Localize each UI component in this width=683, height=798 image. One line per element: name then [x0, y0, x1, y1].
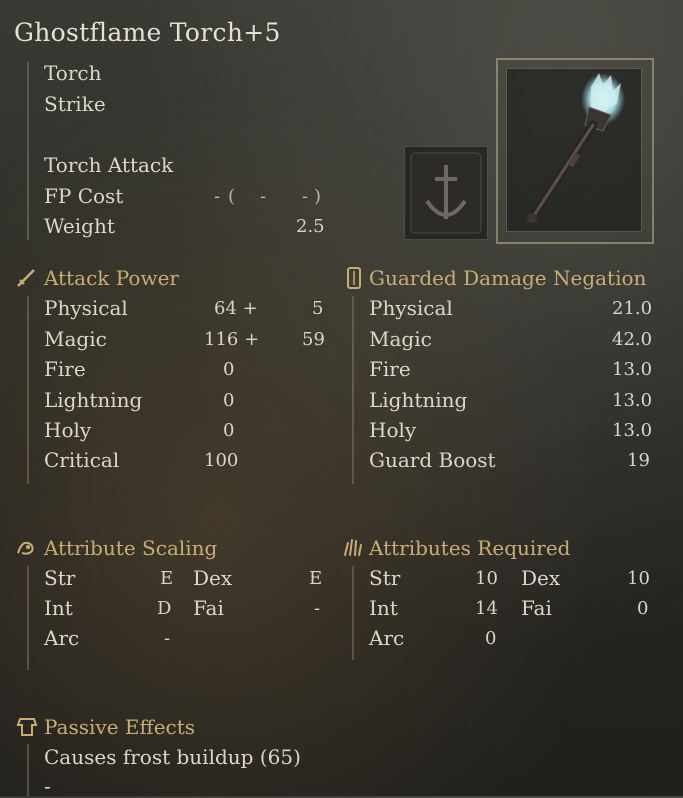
gn-label-guard-boost: Guard Boost	[369, 448, 496, 472]
fp-cost-part: (	[228, 186, 236, 207]
ap-bonus-magic: 59	[302, 329, 325, 350]
gn-value-guard-boost: 19	[627, 450, 650, 471]
ap-base-lightning: 0	[223, 390, 235, 411]
req-str-label: Str	[369, 566, 401, 590]
hand-icon	[342, 537, 362, 556]
scaling-arc-value: -	[164, 628, 171, 649]
req-str-value: 10	[475, 568, 498, 589]
scaling-int-value: D	[157, 598, 172, 619]
shield-icon	[346, 267, 364, 289]
fp-cost-label: FP Cost	[44, 184, 124, 208]
passive-effect-2: -	[44, 774, 51, 798]
ghostflame-torch-icon	[527, 73, 625, 223]
arm-icon	[16, 537, 34, 555]
scaling-dex-label: Dex	[193, 566, 233, 590]
gn-value-physical: 21.0	[612, 298, 653, 319]
fp-cost-part: )	[314, 186, 322, 207]
req-arc-label: Arc	[369, 626, 405, 650]
fp-cost-part: -	[302, 186, 309, 207]
ap-base-magic: 116 +	[204, 329, 260, 350]
req-int-label: Int	[369, 596, 398, 620]
ap-base-fire: 0	[223, 359, 235, 380]
ap-bonus-physical: 5	[312, 298, 324, 319]
divider-line	[27, 566, 29, 670]
sword-icon	[16, 268, 35, 287]
ap-label-physical: Physical	[44, 296, 128, 320]
req-dex-value: 10	[627, 568, 650, 589]
weapon-type: Torch	[44, 61, 102, 85]
divider-line	[27, 744, 29, 796]
scaling-str-value: E	[160, 568, 174, 589]
attribute-scaling-title: Attribute Scaling	[44, 536, 218, 560]
gn-value-fire: 13.0	[612, 359, 653, 380]
scaling-str-label: Str	[44, 566, 76, 590]
ap-label-magic: Magic	[44, 327, 107, 351]
req-dex-label: Dex	[521, 566, 561, 590]
req-fai-label: Fai	[521, 596, 552, 620]
ap-base-holy: 0	[223, 420, 235, 441]
scaling-fai-label: Fai	[193, 596, 224, 620]
ap-base-physical: 64 +	[214, 298, 258, 319]
fp-cost-part: -	[214, 186, 221, 207]
ap-label-holy: Holy	[44, 418, 92, 442]
ap-label-lightning: Lightning	[44, 388, 143, 412]
req-fai-value: 0	[637, 598, 649, 619]
scaling-dex-value: E	[309, 568, 323, 589]
passive-effect-1: Causes frost buildup (65)	[44, 745, 301, 769]
weapon-image-panel	[506, 68, 642, 232]
attributes-required-title: Attributes Required	[369, 536, 571, 560]
divider-line	[27, 296, 29, 484]
gn-label-physical: Physical	[369, 296, 453, 320]
gn-value-lightning: 13.0	[612, 390, 653, 411]
req-int-value: 14	[475, 598, 498, 619]
gn-label-fire: Fire	[369, 357, 411, 381]
scaling-int-label: Int	[44, 596, 73, 620]
ap-label-critical: Critical	[44, 448, 120, 472]
armor-icon	[16, 715, 38, 736]
weight-label: Weight	[44, 214, 115, 238]
weapon-name: Ghostflame Torch+5	[14, 18, 281, 47]
scaling-arc-label: Arc	[44, 626, 80, 650]
divider-line	[352, 566, 354, 660]
gn-label-magic: Magic	[369, 327, 432, 351]
attack-power-title: Attack Power	[44, 266, 179, 290]
gn-label-holy: Holy	[369, 418, 417, 442]
ash-of-war-slot	[404, 146, 488, 240]
ap-label-fire: Fire	[44, 357, 86, 381]
gn-label-lightning: Lightning	[369, 388, 468, 412]
req-arc-value: 0	[485, 628, 497, 649]
weight-value: 2.5	[296, 216, 325, 237]
fp-cost-part: -	[260, 186, 267, 207]
passive-effects-title: Passive Effects	[44, 715, 196, 739]
attack-type: Strike	[44, 92, 106, 116]
gn-value-holy: 13.0	[612, 420, 653, 441]
skill-name: Torch Attack	[44, 153, 174, 177]
divider-line	[352, 296, 354, 484]
ap-base-critical: 100	[204, 450, 239, 471]
gn-value-magic: 42.0	[612, 329, 653, 350]
ash-of-war-sword-icon	[410, 152, 482, 234]
guarded-negation-title: Guarded Damage Negation	[369, 266, 647, 290]
divider-line	[27, 62, 29, 240]
scaling-fai-value: -	[314, 598, 321, 619]
